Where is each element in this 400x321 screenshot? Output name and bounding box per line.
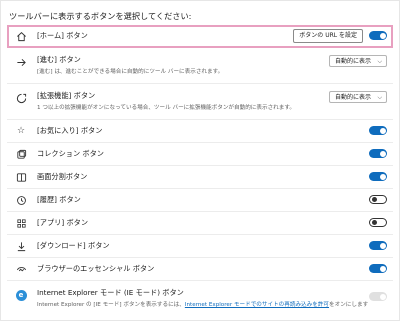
set-button-url-button[interactable]: ボタンの URL を設定 [293, 29, 363, 43]
collections-button-row: コレクション ボタン [7, 143, 393, 166]
split-screen-button-label: 画面分割ボタン [37, 172, 88, 181]
ie-mode-button-row: e Internet Explorer モード (IE モード) ボタン Int… [7, 281, 393, 317]
forward-arrow-icon [15, 56, 27, 68]
essentials-button-label: ブラウザーのエッセンシャル ボタン [37, 264, 155, 273]
extensions-puzzle-icon [15, 92, 27, 104]
collections-icon [15, 148, 27, 160]
apps-button-toggle[interactable] [369, 218, 387, 227]
split-screen-button-toggle[interactable] [369, 172, 387, 181]
browser-essentials-icon [15, 263, 27, 275]
home-icon [15, 30, 27, 42]
extensions-button-description: 1 つ以上の拡張機能がオンになっている場合、ツール バーに拡張機能ボタンが自動的… [37, 105, 295, 111]
forward-button-row: [進む] ボタン [進む] は、進むことができる場合に自動的にツール バーに表示… [7, 48, 393, 84]
allow-ie-reload-link[interactable]: Internet Explorer モードでのサイトの再読み込みを許可 [185, 302, 329, 308]
favorites-button-label: [お気に入り] ボタン [37, 126, 103, 135]
ie-mode-description: Internet Explorer の [IE モード] ボタンを表示するには、… [37, 300, 368, 308]
toolbar-buttons-list: [ホーム] ボタン ボタンの URL を設定 [進む] ボタン [進む] は、進… [7, 25, 393, 317]
home-button-row: [ホーム] ボタン ボタンの URL を設定 [7, 25, 393, 48]
split-screen-button-row: 画面分割ボタン [7, 166, 393, 189]
downloads-button-toggle[interactable] [369, 241, 387, 250]
apps-button-row: [アプリ] ボタン [7, 212, 393, 235]
apps-grid-icon [15, 217, 27, 229]
ie-mode-description-prefix: Internet Explorer の [IE モード] ボタンを表示するには、 [37, 302, 185, 308]
essentials-button-row: ブラウザーのエッセンシャル ボタン [7, 258, 393, 281]
history-button-label: [履歴] ボタン [37, 195, 81, 204]
history-button-toggle[interactable] [369, 195, 387, 204]
favorites-star-icon: ☆ [16, 125, 26, 136]
settings-panel: ツールバーに表示するボタンを選択してください: [ホーム] ボタン ボタンの U… [0, 0, 400, 321]
collections-button-toggle[interactable] [369, 149, 387, 158]
extensions-visibility-select[interactable]: 自動的に表示 ⌵ [329, 91, 387, 103]
extensions-button-label: [拡張機能] ボタン [37, 91, 96, 100]
forward-visibility-select[interactable]: 自動的に表示 ⌵ [329, 55, 387, 67]
home-button-label: [ホーム] ボタン [37, 31, 88, 40]
extensions-select-value: 自動的に表示 [335, 94, 372, 101]
forward-button-label: [進む] ボタン [37, 55, 81, 64]
split-screen-icon [15, 171, 27, 183]
history-icon [15, 194, 27, 206]
downloads-button-label: [ダウンロード] ボタン [37, 241, 110, 250]
download-icon [15, 240, 27, 252]
chevron-down-icon: ⌵ [377, 58, 382, 65]
downloads-button-row: [ダウンロード] ボタン [7, 235, 393, 258]
internet-explorer-icon: e [15, 289, 27, 301]
apps-button-label: [アプリ] ボタン [37, 218, 89, 227]
essentials-button-toggle[interactable] [369, 264, 387, 273]
home-button-toggle[interactable] [369, 31, 387, 40]
history-button-row: [履歴] ボタン [7, 189, 393, 212]
ie-mode-button-toggle[interactable] [369, 292, 387, 301]
forward-select-value: 自動的に表示 [335, 58, 372, 65]
favorites-button-toggle[interactable] [369, 126, 387, 135]
favorites-button-row: ☆ [お気に入り] ボタン [7, 120, 393, 143]
section-heading: ツールバーに表示するボタンを選択してください: [9, 11, 192, 21]
collections-button-label: コレクション ボタン [37, 149, 104, 158]
ie-mode-button-label: Internet Explorer モード (IE モード) ボタン [37, 288, 184, 297]
ie-mode-description-suffix: をオンにします [329, 302, 369, 308]
chevron-down-icon: ⌵ [377, 94, 382, 101]
forward-button-description: [進む] は、進むことができる場合に自動的にツール バーに表示されます。 [37, 69, 224, 75]
extensions-button-row: [拡張機能] ボタン 1 つ以上の拡張機能がオンになっている場合、ツール バーに… [7, 84, 393, 120]
